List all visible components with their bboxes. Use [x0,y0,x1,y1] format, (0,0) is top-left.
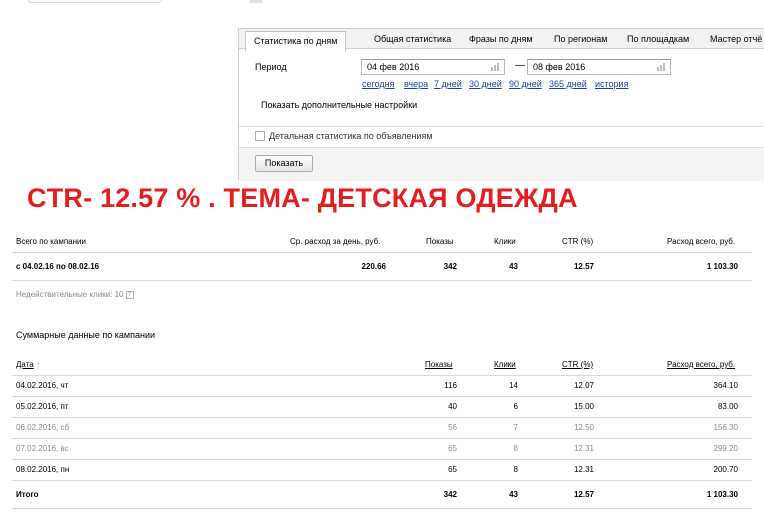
invalid-clicks: Недействительные клики: 10? [16,290,134,299]
date-from-value: 04 фев 2016 [367,62,420,72]
quick-link-365-days[interactable]: 365 дней [549,79,587,89]
row-shows: 56 [448,423,457,432]
top-search-box-edge [28,0,162,3]
quick-link-history[interactable]: история [595,79,628,89]
panel-footer: Показать [239,147,764,181]
date-to-value: 08 фев 2016 [533,62,586,72]
row-clicks: 7 [513,423,518,432]
divider [12,459,752,460]
row-clicks: 8 [513,444,518,453]
divider [239,126,764,127]
row-shows: 65 [448,465,457,474]
total-ctr: 12.57 [573,262,594,271]
col-total-cost: Расход всего, руб. [667,237,736,246]
row-cost: 364.10 [713,381,738,390]
report-tabs: Статистика по дням Общая статистика Фраз… [239,29,764,52]
total-shows: 342 [443,490,457,499]
row-shows: 40 [448,402,457,411]
col-ctr-sort[interactable]: CTR (%) [562,360,593,369]
col-shows-sort[interactable]: Показы [425,360,453,369]
row-clicks: 14 [509,381,518,390]
row-clicks: 6 [513,402,518,411]
col-ctr: CTR (%) [562,237,594,246]
question-icon[interactable]: ? [125,290,134,299]
col-date[interactable]: Дата [16,360,34,369]
quick-link-90-days[interactable]: 90 дней [509,79,542,89]
tab-by-region[interactable]: По регионам [554,29,607,49]
divider [12,252,752,253]
avg-daily-cost: 220.66 [361,262,386,271]
row-date: 08.02.2016, пн [16,465,70,474]
col-clicks: Клики [494,237,516,246]
period-label: Период [255,62,287,72]
tab-report-wizard[interactable]: Мастер отчё [710,29,762,49]
col-avg-daily-cost: Ср. расход за день, руб. [290,237,381,246]
row-ctr: 15.00 [573,402,594,411]
date-from-input[interactable]: 04 фев 2016 [361,59,505,75]
total-shows: 342 [443,262,457,271]
divider [12,375,752,376]
total-cost: 1 103.30 [706,490,738,499]
calendar-icon[interactable] [491,63,500,71]
row-cost: 83.00 [717,402,738,411]
ctr-headline: CTR- 12.57 % . ТЕМА- ДЕТСКАЯ ОДЕЖДА [27,183,578,213]
row-shows: 65 [448,444,457,453]
row-clicks: 8 [513,465,518,474]
divider [12,438,752,439]
row-shows: 116 [444,381,457,390]
row-cost: 200.70 [713,465,738,474]
row-ctr: 12.50 [573,423,594,432]
col-clicks-sort[interactable]: Клики [494,360,516,369]
quick-link-today[interactable]: сегодня [362,79,395,89]
show-button[interactable]: Показать [255,155,313,172]
row-ctr: 12.31 [573,465,594,474]
summary-title: Суммарные данные по кампании [16,330,156,340]
col-campaign-total: Всего по кампании [16,237,86,246]
quick-link-7-days[interactable]: 7 дней [434,79,462,89]
divider [12,508,752,509]
row-date: 06.02.2016, сб [16,423,70,432]
detail-stats-label: Детальная статистика по объявлениям [269,131,433,141]
date-range-dash: — [515,60,525,71]
divider [12,396,752,397]
tab-phrases-by-day[interactable]: Фразы по дням [469,29,533,49]
tab-general-stats[interactable]: Общая статистика [374,29,451,49]
quick-link-30-days[interactable]: 30 дней [469,79,502,89]
total-clicks: 43 [509,262,518,271]
total-cost: 1 103.30 [706,262,738,271]
total-label: Итого [16,490,39,499]
quick-link-yesterday[interactable]: вчера [404,79,428,89]
row-ctr: 12.31 [573,444,594,453]
invalid-clicks-text: Недействительные клики: 10 [16,290,124,299]
total-ctr: 12.57 [573,490,594,499]
row-cost: 299.20 [713,444,738,453]
row-ctr: 12.07 [573,381,594,390]
divider [12,280,752,281]
row-date: 04.02.2016, чт [16,381,69,390]
stats-filter-panel: Статистика по дням Общая статистика Фраз… [238,28,764,181]
row-date: 07.02.2016, вс [16,444,69,453]
show-more-settings-link[interactable]: Показать дополнительные настройки [261,100,417,110]
date-to-input[interactable]: 08 фев 2016 [527,59,671,75]
col-date-sort[interactable]: Дата ↑ [16,360,40,369]
col-shows: Показы [426,237,454,246]
row-cost: 156.30 [713,423,738,432]
divider [12,480,752,481]
top-decor [250,0,262,3]
period-range: с 04.02.16 по 08.02.16 [16,262,100,271]
sort-arrow-icon: ↑ [35,360,40,369]
calendar-icon[interactable] [657,63,666,71]
total-clicks: 43 [509,490,518,499]
row-date: 05.02.2016, пт [16,402,69,411]
tab-daily-stats[interactable]: Статистика по дням [245,31,347,52]
col-cost-sort[interactable]: Расход всего, руб. [667,360,735,369]
detail-stats-checkbox[interactable] [255,131,265,141]
divider [12,417,752,418]
tab-by-site[interactable]: По площадкам [627,29,689,49]
